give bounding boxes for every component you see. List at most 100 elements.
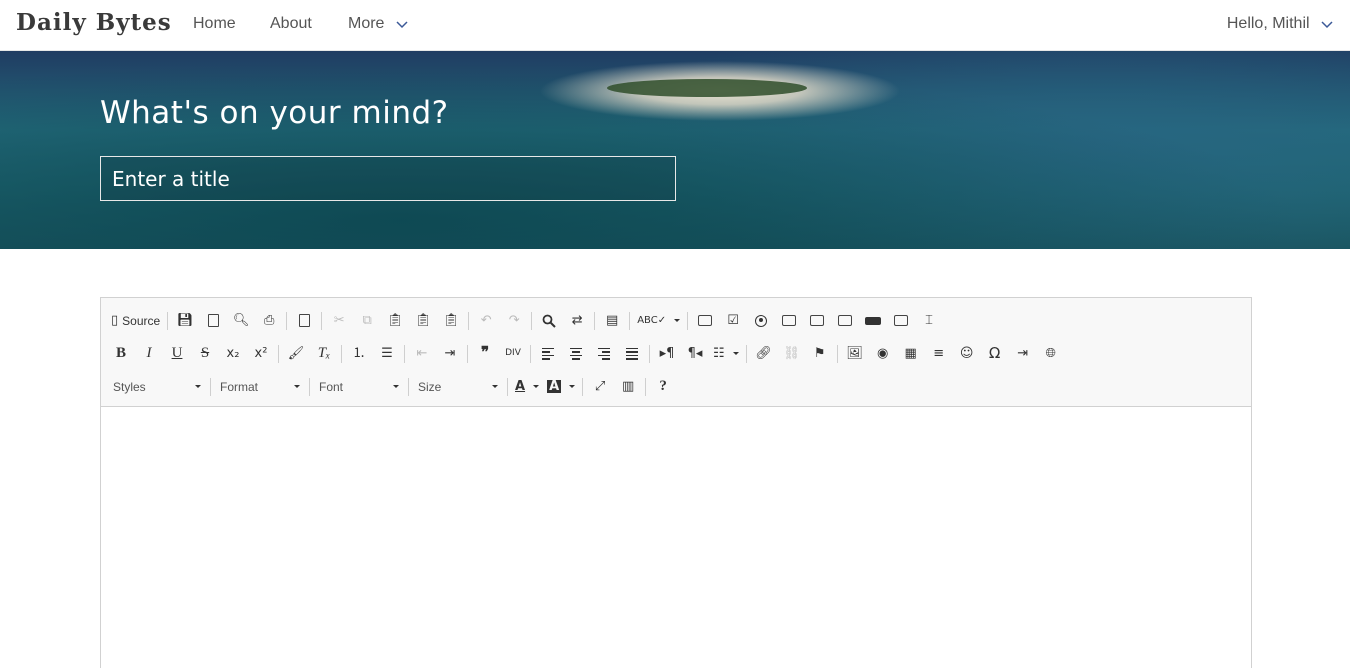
preview-button[interactable]: 🔍︎: [227, 309, 255, 333]
form-button[interactable]: [691, 309, 719, 333]
align-center-button[interactable]: [562, 342, 590, 366]
table-button[interactable]: ▦: [897, 342, 925, 366]
unlink-button[interactable]: ⛓: [778, 342, 806, 366]
maximize-button[interactable]: ⤢: [586, 375, 614, 399]
anchor-button[interactable]: ⚑: [806, 342, 834, 366]
radio-button[interactable]: [747, 309, 775, 333]
flash-button[interactable]: ◉: [869, 342, 897, 366]
cut-button[interactable]: ✂: [325, 309, 353, 333]
nav-more-dropdown[interactable]: More: [348, 15, 409, 33]
iframe-button[interactable]: 🌐︎: [1037, 342, 1065, 366]
chevron-down-icon: [1321, 21, 1333, 28]
replace-icon: ⇄: [571, 313, 583, 328]
spellcheck-button[interactable]: ABC✓: [633, 309, 684, 333]
paste-word-button[interactable]: 📋︎: [437, 309, 465, 333]
source-icon: ▯: [111, 313, 119, 328]
background-color-button[interactable]: A: [543, 375, 579, 399]
nav-home-link[interactable]: Home: [193, 15, 236, 33]
horizontal-line-button[interactable]: ≡: [925, 342, 953, 366]
dropdown-caret-icon: [732, 352, 739, 355]
find-button[interactable]: [535, 309, 563, 333]
print-icon: ⎙: [263, 313, 275, 328]
rtl-button[interactable]: ¶◂: [681, 342, 709, 366]
copy-button[interactable]: ⧉: [353, 309, 381, 333]
bulleted-list-button[interactable]: ☰: [373, 342, 401, 366]
italic-button[interactable]: I: [135, 342, 163, 366]
image-button-button[interactable]: [887, 309, 915, 333]
save-icon: 💾︎: [176, 313, 194, 328]
smiley-button[interactable]: ☺: [953, 342, 981, 366]
toolbar-row-3: Styles Format Font Size A A ⤢ ▥ ?: [107, 370, 1245, 403]
ltr-button[interactable]: ▸¶: [653, 342, 681, 366]
text-direction-ltr-icon: ▸¶: [659, 346, 675, 361]
site-logo[interactable]: Daily Bytes: [16, 9, 172, 36]
remove-format-icon: Tₓ: [317, 345, 331, 361]
align-left-button[interactable]: [534, 342, 562, 366]
show-blocks-button[interactable]: ▥: [614, 375, 642, 399]
size-label: Size: [418, 379, 442, 394]
user-menu-dropdown[interactable]: Hello, Mithil: [1227, 15, 1334, 33]
globe-icon: 🌐︎: [1045, 346, 1056, 361]
blockquote-button[interactable]: ❞: [471, 342, 499, 366]
link-button[interactable]: 🔗︎: [750, 342, 778, 366]
indent-button[interactable]: ⇥: [436, 342, 464, 366]
show-blocks-icon: ▥: [621, 379, 635, 394]
dropdown-caret-icon: [492, 385, 498, 388]
page-break-button[interactable]: ⇥: [1009, 342, 1037, 366]
redo-button[interactable]: ↷: [500, 309, 528, 333]
remove-format-button[interactable]: Tₓ: [310, 342, 338, 366]
print-button[interactable]: ⎙: [255, 309, 283, 333]
replace-button[interactable]: ⇄: [563, 309, 591, 333]
dropdown-caret-icon: [533, 385, 540, 388]
copy-format-button[interactable]: 🖌︎: [282, 342, 310, 366]
numbered-list-button[interactable]: ⒈: [345, 342, 373, 366]
underline-button[interactable]: U: [163, 342, 191, 366]
undo-button[interactable]: ↶: [472, 309, 500, 333]
text-field-button[interactable]: [775, 309, 803, 333]
align-right-button[interactable]: [590, 342, 618, 366]
dropdown-caret-icon: [674, 319, 681, 322]
toolbar-separator: [309, 377, 310, 396]
special-char-button[interactable]: Ω: [981, 342, 1009, 366]
subscript-button[interactable]: x₂: [219, 342, 247, 366]
font-dropdown[interactable]: Font: [313, 375, 405, 399]
nav-more-label: More: [348, 15, 385, 32]
language-button[interactable]: ☷: [709, 342, 743, 366]
styles-dropdown[interactable]: Styles: [107, 375, 207, 399]
title-input[interactable]: [100, 156, 676, 201]
source-button[interactable]: ▯ Source: [107, 309, 164, 333]
toolbar-separator: [594, 311, 596, 330]
new-page-button[interactable]: [199, 309, 227, 333]
copy-icon: ⧉: [362, 313, 372, 328]
select-field-button[interactable]: [831, 309, 859, 333]
justify-button[interactable]: [618, 342, 646, 366]
div-container-button[interactable]: DIV: [499, 342, 527, 366]
save-button[interactable]: 💾︎: [171, 309, 199, 333]
dropdown-caret-icon: [569, 385, 576, 388]
paste-text-icon: 📋︎: [414, 313, 432, 328]
superscript-button[interactable]: x²: [247, 342, 275, 366]
undo-icon: ↶: [480, 313, 492, 328]
select-all-button[interactable]: ▤: [598, 309, 626, 333]
div-icon: DIV: [505, 348, 521, 358]
format-dropdown[interactable]: Format: [214, 375, 306, 399]
editor-content-area[interactable]: [101, 407, 1251, 668]
paste-text-button[interactable]: 📋︎: [409, 309, 437, 333]
numbered-list-icon: ⒈: [352, 346, 366, 361]
hidden-field-button[interactable]: ⌶: [915, 309, 943, 333]
textarea-icon: [810, 315, 825, 326]
checkbox-button[interactable]: ☑: [719, 309, 747, 333]
textarea-button[interactable]: [803, 309, 831, 333]
bold-button[interactable]: B: [107, 342, 135, 366]
help-button[interactable]: ?: [649, 375, 677, 399]
templates-button[interactable]: [290, 309, 318, 333]
size-dropdown[interactable]: Size: [412, 375, 504, 399]
nav-about-link[interactable]: About: [270, 15, 312, 33]
dropdown-caret-icon: [393, 385, 399, 388]
strikethrough-button[interactable]: S: [191, 342, 219, 366]
form-button-button[interactable]: [859, 309, 887, 333]
outdent-button[interactable]: ⇤: [408, 342, 436, 366]
paste-button[interactable]: 📋︎: [381, 309, 409, 333]
image-button[interactable]: 🖼︎: [841, 342, 869, 366]
text-color-button[interactable]: A: [511, 375, 543, 399]
